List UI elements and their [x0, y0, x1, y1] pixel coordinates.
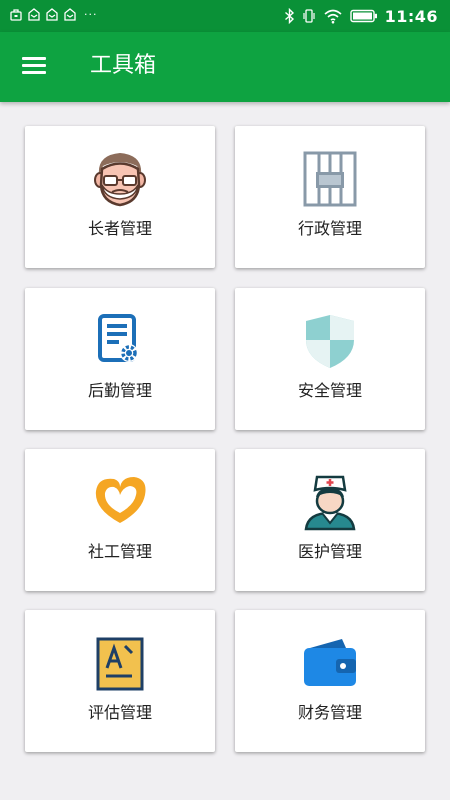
shield-icon	[306, 315, 354, 368]
tool-card-assessment-management[interactable]: 评估管理	[25, 610, 215, 752]
tool-card-safety-management[interactable]: 安全管理	[235, 288, 425, 430]
more-notifications-indicator: ···	[84, 8, 98, 21]
status-bar: ··· 11:46	[0, 0, 450, 32]
tool-card-label: 安全管理	[297, 381, 362, 400]
wallet-icon	[304, 639, 356, 686]
tool-card-social-work-management[interactable]: 社工管理	[25, 449, 215, 591]
heart-icon	[95, 477, 146, 523]
tool-card-finance-management[interactable]: 财务管理	[235, 610, 425, 752]
wifi-icon	[324, 9, 342, 24]
elder-face-icon	[94, 153, 146, 207]
tool-card-logistics-management[interactable]: 后勤管理	[25, 288, 215, 430]
page-title: 工具箱	[90, 53, 157, 78]
vibrate-icon	[302, 9, 315, 23]
notification-mail-icon	[64, 8, 76, 21]
tool-card-label: 后勤管理	[87, 381, 152, 400]
notification-icons: ···	[10, 8, 98, 21]
hamburger-menu-icon[interactable]	[22, 55, 48, 77]
tool-card-administrative-management[interactable]: 行政管理	[235, 126, 425, 268]
bluetooth-icon	[284, 8, 294, 24]
tool-card-label: 社工管理	[87, 542, 152, 561]
assessment-document-icon	[96, 637, 144, 691]
tool-card-label: 医护管理	[297, 542, 362, 561]
status-time: 11:46	[384, 6, 438, 26]
battery-icon	[349, 9, 377, 23]
document-gear-icon	[98, 314, 138, 362]
tool-card-elder-management[interactable]: 长者管理	[25, 126, 215, 268]
notification-mail-icon	[28, 8, 40, 21]
nurse-icon	[304, 475, 356, 531]
tool-card-medical-care-management[interactable]: 医护管理	[235, 449, 425, 591]
tool-card-label: 行政管理	[297, 219, 362, 238]
notification-mail-icon	[46, 8, 58, 21]
window-bars-icon	[303, 151, 357, 207]
tool-card-label: 长者管理	[87, 219, 152, 238]
app-bar: 工具箱	[0, 32, 450, 102]
tool-card-label: 评估管理	[87, 703, 152, 722]
tool-card-label: 财务管理	[297, 703, 362, 722]
notification-bag-icon	[10, 9, 22, 21]
